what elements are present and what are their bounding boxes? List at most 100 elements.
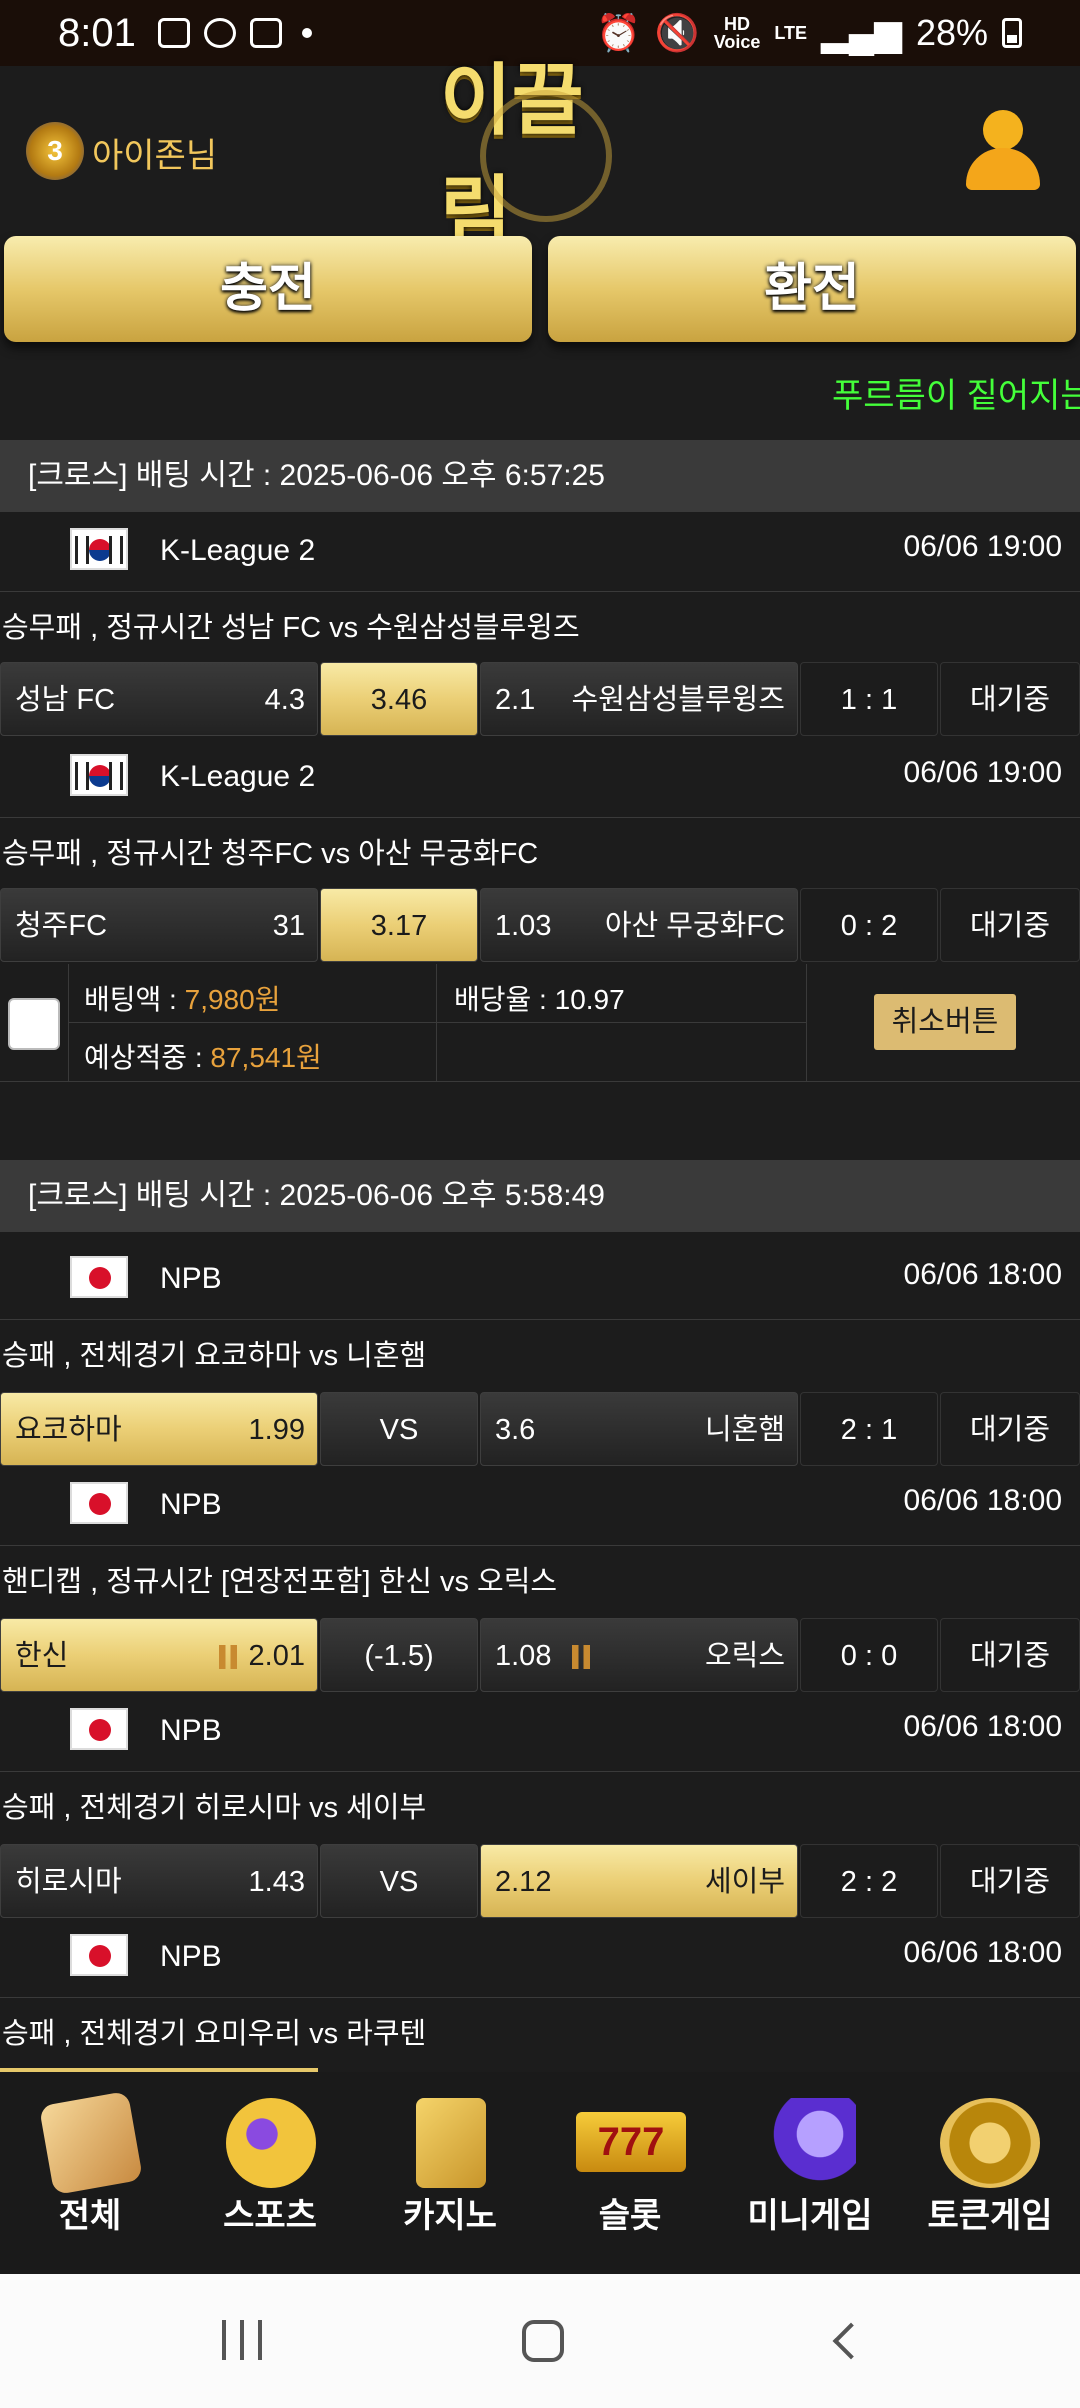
username[interactable]: 아이존님 (92, 128, 217, 177)
notification-dot-icon (301, 28, 312, 38)
talk-icon (203, 18, 236, 48)
league-row: NPB 06/06 18:00 (0, 1692, 1080, 1772)
draw-odds-button[interactable]: 3.46 (320, 662, 478, 736)
league-name: K-League 2 (160, 534, 316, 567)
voicemail-icon (249, 18, 282, 48)
handicap-icon (571, 1645, 590, 1670)
score: 0 : 0 (800, 1618, 938, 1692)
odds-row: 청주FC 31 3.17 1.03 아산 무궁화FC 0 : 2 대기중 (0, 888, 1080, 964)
match-date: 06/06 18:00 (903, 1936, 1062, 1969)
korea-flag-icon (70, 528, 128, 570)
lte-icon: LTE (774, 23, 808, 43)
logo[interactable]: 이끌림 (440, 56, 640, 258)
home-odds-button[interactable]: 히로시마 1.43 (0, 1844, 318, 1918)
gallery-icon (157, 18, 190, 48)
nav-sports[interactable]: 스포츠 (180, 2072, 360, 2274)
slot-777-icon: 777 (576, 2112, 686, 2172)
draw-odds-button[interactable]: 3.17 (320, 888, 478, 962)
bet-summary: 배팅액 : 7,980원 배당율 : 10.97 예상적중 : 87,541원 … (0, 964, 1080, 1082)
bottom-nav: 전체 스포츠 카지노 777 슬롯 미니게임 토큰게임 (0, 2072, 1080, 2274)
league-name: NPB (160, 1714, 222, 1747)
home-odds: 1.43 (248, 1866, 305, 1898)
home-icon[interactable] (522, 2320, 564, 2362)
bet-select-checkbox[interactable] (8, 998, 60, 1050)
japan-flag-icon (70, 1482, 128, 1524)
league-name: K-League 2 (160, 760, 316, 793)
league-row: NPB 06/06 18:00 (0, 1240, 1080, 1320)
nav-casino[interactable]: 카지노 (360, 2072, 540, 2274)
roulette-icon (940, 2098, 1040, 2188)
odds-row: 히로시마 1.43 VS 2.12 세이부 2 : 2 대기중 (0, 1844, 1080, 1920)
dice-icon (38, 2090, 144, 2196)
korea-flag-icon (70, 754, 128, 796)
charge-button[interactable]: 충전 (4, 236, 532, 342)
match-description: 승무패 , 정규시간 성남 FC vs 수원삼성블루윙즈 (0, 598, 1080, 658)
handicap-line: (-1.5) (320, 1618, 478, 1692)
recent-apps-icon[interactable] (222, 2320, 262, 2360)
home-odds-button[interactable]: 청주FC 31 (0, 888, 318, 962)
status-badge: 대기중 (940, 662, 1080, 736)
nav-slot[interactable]: 777 슬롯 (540, 2072, 720, 2274)
nav-all[interactable]: 전체 (0, 2072, 180, 2274)
away-team: 세이부 (704, 1866, 785, 1898)
score: 2 : 1 (800, 1392, 938, 1466)
status-time: 8:01 (58, 10, 136, 55)
cards-icon (416, 2098, 486, 2188)
away-odds: 2.1 (495, 684, 536, 716)
home-team: 청주FC (15, 910, 108, 942)
back-icon[interactable] (832, 2322, 870, 2360)
league-row: NPB 06/06 18:00 (0, 1918, 1080, 1998)
away-odds: 2.12 (495, 1866, 552, 1898)
expected-win: 예상적중 : 87,541원 (84, 1042, 322, 1073)
hd-voice-icon: HD Voice (713, 14, 761, 52)
match-date: 06/06 18:00 (903, 1484, 1062, 1517)
home-odds-button[interactable]: 한신 2.01 (0, 1618, 318, 1692)
nav-token-game[interactable]: 토큰게임 (900, 2072, 1080, 2274)
handicap-icon (218, 1645, 237, 1670)
soccer-ball-icon (226, 2098, 316, 2188)
japan-flag-icon (70, 1934, 128, 1976)
battery-icon (1002, 18, 1022, 48)
rank-badge-icon: 3 (26, 122, 84, 180)
exchange-button[interactable]: 환전 (548, 236, 1076, 342)
away-odds-button[interactable]: 1.03 아산 무궁화FC (480, 888, 798, 962)
home-team: 성남 FC (15, 684, 116, 716)
status-badge: 대기중 (940, 1618, 1080, 1692)
notice-text: 푸르름이 짙어지는 (832, 377, 1080, 415)
home-odds: 4.3 (264, 684, 305, 716)
league-row: NPB 06/06 18:00 (0, 1466, 1080, 1546)
match-date: 06/06 19:00 (903, 530, 1062, 563)
away-team: 오릭스 (704, 1640, 785, 1672)
home-odds-button[interactable]: 성남 FC 4.3 (0, 662, 318, 736)
match-description: 핸디캡 , 정규시간 [연장전포함] 한신 vs 오릭스 (0, 1552, 1080, 1612)
away-team: 니혼햄 (704, 1414, 785, 1446)
away-odds: 3.6 (495, 1414, 536, 1446)
nav-minigame[interactable]: 미니게임 (720, 2072, 900, 2274)
system-nav-bar (0, 2274, 1080, 2408)
profile-icon[interactable] (966, 110, 1040, 190)
draw-odds: 3.17 (370, 910, 428, 942)
away-odds-button[interactable]: 3.6 니혼햄 (480, 1392, 798, 1466)
league-name: NPB (160, 1262, 222, 1295)
league-name: NPB (160, 1488, 222, 1521)
home-odds: 1.99 (248, 1414, 305, 1446)
odds-row: 한신 2.01 (-1.5) 1.08 오릭스 0 : 0 대기중 (0, 1618, 1080, 1694)
home-odds-button[interactable]: 요코하마 1.99 (0, 1392, 318, 1466)
home-team: 히로시마 (15, 1866, 122, 1898)
status-badge: 대기중 (940, 1392, 1080, 1466)
mute-icon: 🔇 (654, 12, 700, 53)
home-odds: 31 (272, 910, 305, 942)
cancel-button[interactable]: 취소버튼 (874, 994, 1016, 1050)
home-odds: 2.01 (248, 1640, 305, 1672)
away-odds-button[interactable]: 2.1 수원삼성블루윙즈 (480, 662, 798, 736)
rocket-icon (766, 2098, 856, 2188)
league-row: K-League 2 06/06 19:00 (0, 738, 1080, 818)
japan-flag-icon (70, 1256, 128, 1298)
away-team: 수원삼성블루윙즈 (571, 684, 785, 716)
bet-section-header: [크로스] 배팅 시간 : 2025-06-06 오후 6:57:25 (0, 440, 1080, 512)
league-row: K-League 2 06/06 19:00 (0, 512, 1080, 592)
away-odds-button[interactable]: 1.08 오릭스 (480, 1618, 798, 1692)
away-odds-button[interactable]: 2.12 세이부 (480, 1844, 798, 1918)
away-odds: 1.08 (495, 1640, 552, 1672)
score: 2 : 2 (800, 1844, 938, 1918)
